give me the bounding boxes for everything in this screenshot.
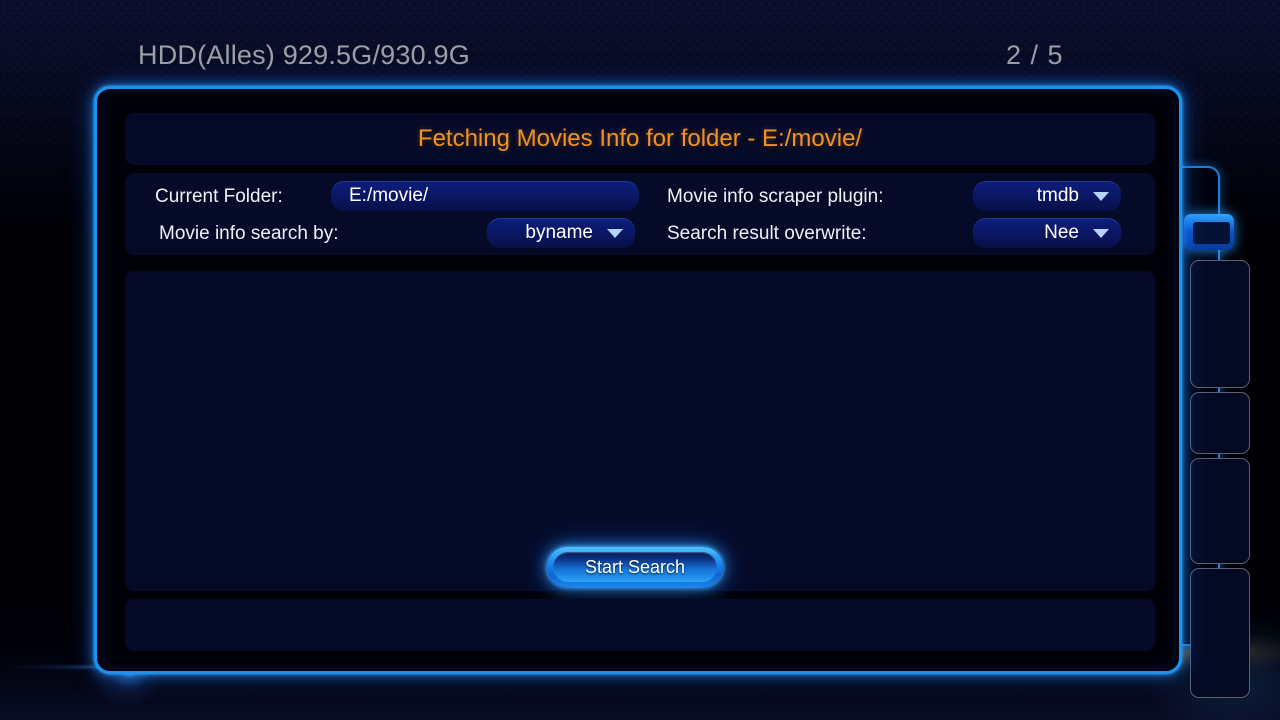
- settings-panel: Current Folder: E:/movie/ Movie info sea…: [125, 173, 1155, 255]
- dialog-titlebar: Fetching Movies Info for folder - E:/mov…: [125, 113, 1155, 165]
- page-counter-label: 2 / 5: [1006, 40, 1064, 70]
- top-status-bar: HDD(Alles) 929.5G/930.9G 2 / 5: [0, 40, 1280, 84]
- storage-info-label: HDD(Alles) 929.5G/930.9G: [138, 40, 470, 70]
- background-list-item[interactable]: [1190, 458, 1250, 564]
- screen: HDD(Alles) 929.5G/930.9G 2 / 5 Fetching …: [0, 0, 1280, 720]
- search-by-dropdown[interactable]: byname: [487, 218, 635, 248]
- background-list-item-selected[interactable]: [1184, 214, 1234, 250]
- start-search-button[interactable]: Start Search: [547, 547, 723, 587]
- current-folder-value: E:/movie/: [349, 185, 429, 206]
- background-list-item[interactable]: [1190, 392, 1250, 454]
- current-folder-input[interactable]: E:/movie/: [331, 181, 639, 211]
- dialog-title: Fetching Movies Info for folder - E:/mov…: [417, 125, 863, 152]
- results-panel: [125, 271, 1155, 591]
- overwrite-dropdown[interactable]: Nee: [973, 218, 1121, 248]
- fetch-movies-info-dialog: Fetching Movies Info for folder - E:/mov…: [94, 86, 1182, 674]
- chevron-down-icon: [1093, 228, 1109, 238]
- chevron-down-icon: [607, 228, 623, 238]
- search-by-value: byname: [525, 222, 593, 243]
- scraper-plugin-value: tmdb: [1036, 185, 1079, 206]
- status-panel: [125, 599, 1155, 651]
- scraper-plugin-dropdown[interactable]: tmdb: [973, 181, 1121, 211]
- overwrite-label: Search result overwrite:: [667, 223, 867, 244]
- chevron-down-icon: [1093, 191, 1109, 201]
- start-search-button-label: Start Search: [584, 556, 686, 577]
- search-by-label: Movie info search by:: [159, 223, 339, 244]
- scraper-plugin-label: Movie info scraper plugin:: [667, 186, 884, 207]
- overwrite-value: Nee: [1044, 222, 1079, 243]
- background-list-item[interactable]: [1190, 260, 1250, 388]
- current-folder-label: Current Folder:: [155, 186, 283, 207]
- background-list-item[interactable]: [1190, 568, 1250, 698]
